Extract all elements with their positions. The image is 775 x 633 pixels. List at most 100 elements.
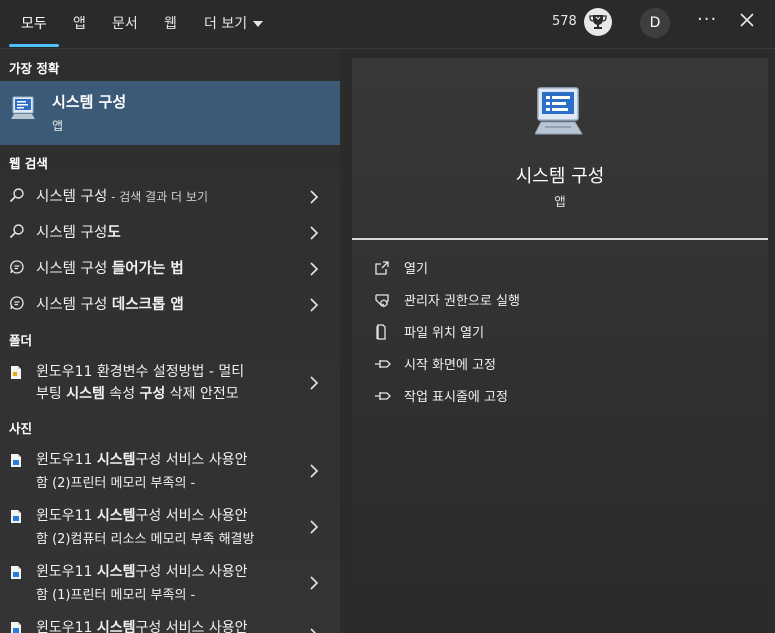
photo-result-1-a: 윈도우11 bbox=[36, 452, 97, 468]
photo-result-4-d: 서비스 사용안 bbox=[161, 620, 248, 633]
image-file-icon bbox=[10, 453, 22, 472]
preview-divider bbox=[352, 238, 768, 240]
image-file-icon bbox=[10, 509, 22, 528]
chat-bubble-icon bbox=[9, 295, 25, 315]
photo-result-3[interactable]: 윈도우11 시스템구성 서비스 사용안 함 (1)프린터 메모리 부족의 - bbox=[0, 557, 340, 607]
best-match-title: 시스템 구성 bbox=[52, 93, 127, 111]
system-config-app-icon bbox=[534, 86, 585, 142]
best-match-subtitle: 앱 bbox=[52, 119, 64, 133]
web-result-2[interactable]: 시스템 구성도 bbox=[0, 213, 340, 249]
web-result-4-text: 시스템 구성 bbox=[36, 297, 112, 313]
rewards-points: 578 bbox=[552, 14, 577, 29]
photo-result-4-a: 윈도우11 bbox=[36, 620, 97, 633]
action-open-file-location-label: 파일 위치 열기 bbox=[404, 326, 485, 341]
photo-result-1-d: 서비스 사용안 bbox=[161, 452, 248, 468]
photo-result-4-c: 구성 bbox=[135, 620, 162, 633]
photo-result-1[interactable]: 윈도우11 시스템구성 서비스 사용안 함 (2)프린터 메모리 부족의 - bbox=[0, 445, 340, 495]
section-folders: 폴더 bbox=[9, 333, 33, 348]
preview-app-subtitle: 앱 bbox=[554, 194, 566, 209]
active-tab-indicator bbox=[9, 44, 59, 47]
photo-result-4[interactable]: 윈도우11 시스템구성 서비스 사용안 bbox=[0, 613, 340, 633]
web-result-1-suffix: - 검색 결과 더 보기 bbox=[107, 190, 208, 204]
tab-all[interactable]: 모두 bbox=[21, 13, 47, 33]
chevron-right-icon bbox=[309, 575, 319, 594]
folder-result-1-part-a: 부팅 bbox=[36, 386, 67, 402]
tab-more-label: 더 보기 bbox=[204, 16, 248, 32]
action-pin-to-taskbar[interactable]: 작업 표시줄에 고정 bbox=[374, 382, 754, 410]
web-result-3-bold: 들어가는 법 bbox=[111, 261, 184, 277]
photo-result-3-d: 서비스 사용안 bbox=[161, 564, 248, 580]
chevron-right-icon bbox=[309, 189, 319, 208]
web-result-3[interactable]: 시스템 구성 들어가는 법 bbox=[0, 249, 340, 285]
photo-result-2-line2: 함 (2)컴퓨터 리소스 메모리 부족 해결방 bbox=[36, 532, 255, 547]
tab-web[interactable]: 웹 bbox=[164, 13, 177, 33]
action-run-as-admin-label: 관리자 권한으로 실행 bbox=[404, 294, 520, 309]
results-list: 가장 정확 시스템 구성 앱 웹 검색 시스템 구성 - 검색 결과 더 보기 … bbox=[0, 49, 340, 633]
folder-result-1-part-e: 삭제 안전모 bbox=[165, 386, 239, 402]
web-result-3-text: 시스템 구성 bbox=[36, 261, 112, 277]
photo-result-2-c: 구성 bbox=[135, 508, 162, 524]
more-options-icon[interactable]: ··· bbox=[697, 9, 717, 30]
preview-pane: 시스템 구성 앱 열기 관리자 권한으로 실행 파일 위치 열기 시작 화면에 … bbox=[352, 58, 768, 633]
action-open-file-location[interactable]: 파일 위치 열기 bbox=[374, 318, 754, 346]
chat-bubble-icon bbox=[9, 259, 25, 279]
section-web-search: 웹 검색 bbox=[9, 156, 48, 171]
photo-result-2-d: 서비스 사용안 bbox=[161, 508, 248, 524]
folder-result-1-part-b: 시스템 bbox=[66, 386, 105, 402]
image-file-icon bbox=[10, 621, 22, 633]
chevron-right-icon bbox=[309, 261, 319, 280]
photo-result-3-line2: 함 (1)프린터 메모리 부족의 - bbox=[36, 588, 196, 603]
photo-result-1-b: 시스템 bbox=[96, 452, 136, 468]
best-match-item[interactable]: 시스템 구성 앱 bbox=[0, 81, 340, 145]
photo-result-4-b: 시스템 bbox=[96, 620, 136, 633]
folder-result-1-part-c: 속성 bbox=[104, 386, 140, 402]
pin-icon bbox=[374, 356, 392, 376]
photo-result-2[interactable]: 윈도우11 시스템구성 서비스 사용안 함 (2)컴퓨터 리소스 메모리 부족 … bbox=[0, 501, 340, 551]
action-open-label: 열기 bbox=[404, 262, 428, 277]
chevron-right-icon bbox=[309, 519, 319, 538]
avatar[interactable]: D bbox=[640, 8, 670, 38]
folder-result-1-part-d: 구성 bbox=[139, 386, 166, 402]
image-file-icon bbox=[10, 565, 22, 584]
action-open[interactable]: 열기 bbox=[374, 254, 754, 282]
web-result-2-text: 시스템 구성 bbox=[36, 225, 108, 241]
web-result-4[interactable]: 시스템 구성 데스크톱 앱 bbox=[0, 285, 340, 321]
search-icon bbox=[9, 187, 25, 207]
web-result-1[interactable]: 시스템 구성 - 검색 결과 더 보기 bbox=[0, 177, 340, 213]
folder-result-1[interactable]: 윈도우11 환경변수 설정방법 - 멀티 부팅 시스템 속성 구성 삭제 안전모 bbox=[0, 357, 340, 407]
trophy-icon[interactable] bbox=[584, 8, 612, 36]
chevron-right-icon bbox=[309, 297, 319, 316]
tab-documents[interactable]: 문서 bbox=[112, 13, 138, 33]
web-result-4-bold: 데스크톱 앱 bbox=[111, 297, 184, 313]
action-run-as-admin[interactable]: 관리자 권한으로 실행 bbox=[374, 286, 754, 314]
close-icon[interactable] bbox=[739, 12, 755, 32]
system-config-app-icon bbox=[11, 95, 37, 125]
web-result-1-text: 시스템 구성 bbox=[36, 189, 108, 205]
photo-result-2-b: 시스템 bbox=[96, 508, 136, 524]
photo-result-1-line2: 함 (2)프린터 메모리 부족의 - bbox=[36, 476, 196, 491]
tab-more[interactable]: 더 보기 bbox=[204, 13, 264, 33]
photo-result-3-c: 구성 bbox=[135, 564, 162, 580]
tab-apps[interactable]: 앱 bbox=[73, 13, 86, 33]
photo-result-3-a: 윈도우11 bbox=[36, 564, 97, 580]
action-pin-to-start-label: 시작 화면에 고정 bbox=[404, 358, 496, 373]
preview-app-title: 시스템 구성 bbox=[515, 166, 605, 187]
search-header: 모두 앱 문서 웹 더 보기 578 D ··· bbox=[0, 0, 775, 49]
chevron-right-icon bbox=[309, 627, 319, 633]
chevron-right-icon bbox=[309, 375, 319, 394]
photo-result-1-c: 구성 bbox=[135, 452, 162, 468]
document-icon bbox=[10, 365, 22, 384]
shield-icon bbox=[374, 292, 390, 312]
action-pin-to-taskbar-label: 작업 표시줄에 고정 bbox=[404, 390, 508, 405]
photo-result-2-a: 윈도우11 bbox=[36, 508, 97, 524]
section-best-match: 가장 정확 bbox=[9, 61, 60, 76]
folder-icon bbox=[374, 324, 390, 344]
search-icon bbox=[9, 223, 25, 243]
open-icon bbox=[374, 260, 390, 280]
photo-result-3-b: 시스템 bbox=[96, 564, 136, 580]
section-photos: 사진 bbox=[9, 421, 33, 436]
chevron-down-icon bbox=[253, 21, 264, 27]
action-pin-to-start[interactable]: 시작 화면에 고정 bbox=[374, 350, 754, 378]
chevron-right-icon bbox=[309, 463, 319, 482]
folder-result-1-line1: 윈도우11 환경변수 설정방법 - 멀티 bbox=[36, 364, 245, 380]
